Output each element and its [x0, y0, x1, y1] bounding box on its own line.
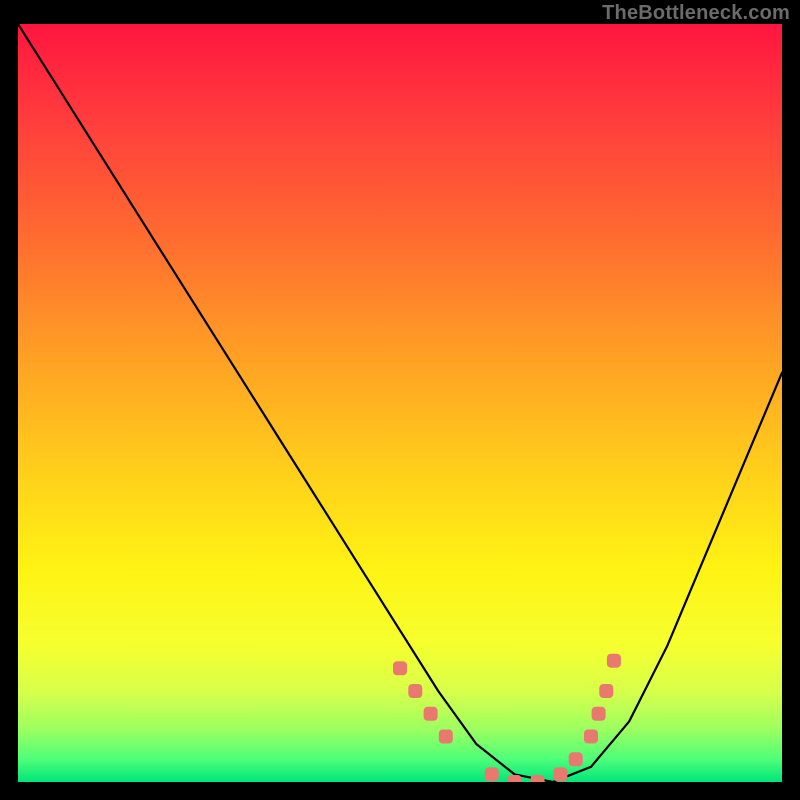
highlight-dot [424, 707, 438, 721]
bottleneck-curve [18, 24, 782, 782]
highlight-dots [393, 654, 621, 782]
highlight-dot [599, 684, 613, 698]
highlight-dot [584, 730, 598, 744]
watermark-text: TheBottleneck.com [602, 2, 790, 25]
highlight-dot [439, 730, 453, 744]
curve-svg [18, 24, 782, 782]
highlight-dot [485, 767, 499, 781]
highlight-dot [408, 684, 422, 698]
highlight-dot [607, 654, 621, 668]
chart-frame: TheBottleneck.com [0, 0, 800, 800]
plot-area [18, 24, 782, 782]
highlight-dot [508, 775, 522, 782]
highlight-dot [553, 767, 567, 781]
highlight-dot [393, 661, 407, 675]
highlight-dot [569, 752, 583, 766]
highlight-dot [531, 775, 545, 782]
highlight-dot [592, 707, 606, 721]
